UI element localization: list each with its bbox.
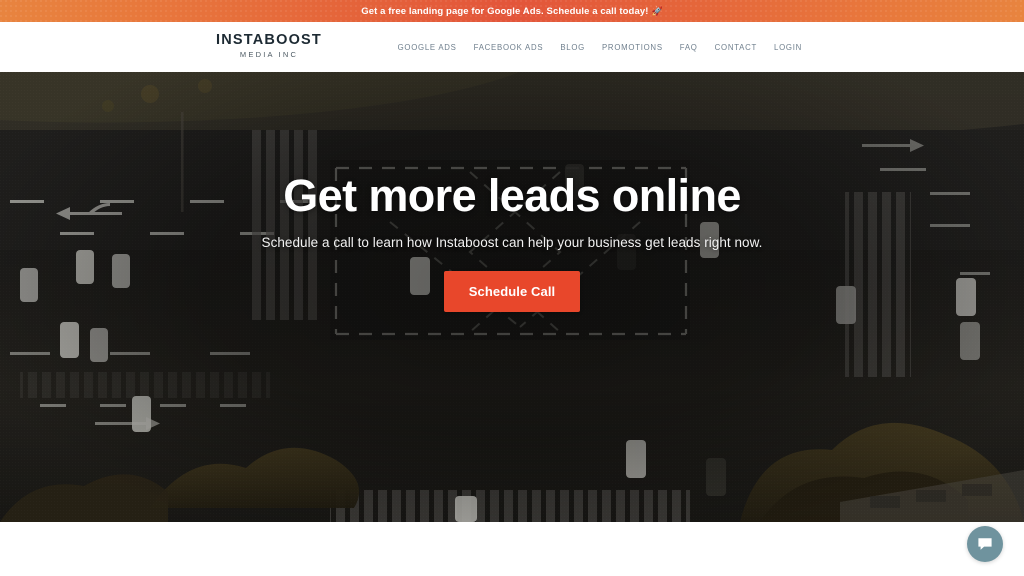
nav-link-faq[interactable]: FAQ — [680, 43, 698, 52]
chat-widget-button[interactable] — [967, 526, 1003, 562]
promo-banner-text: Get a free landing page for Google Ads. … — [361, 5, 649, 17]
nav-link-login[interactable]: LOGIN — [774, 43, 802, 52]
chat-bubble-icon — [977, 537, 993, 552]
nav-link-blog[interactable]: BLOG — [560, 43, 585, 52]
nav-link-promotions[interactable]: PROMOTIONS — [602, 43, 663, 52]
landing-page: Get a free landing page for Google Ads. … — [0, 0, 1024, 576]
brand-name: INSTABOOST — [216, 32, 322, 48]
rocket-emoji: 🚀 — [651, 5, 663, 16]
schedule-call-button[interactable]: Schedule Call — [443, 271, 581, 313]
hero-title: Get more leads online — [283, 170, 741, 221]
promo-banner[interactable]: Get a free landing page for Google Ads. … — [0, 0, 1024, 22]
hero-subtitle: Schedule a call to learn how Instaboost … — [261, 235, 763, 251]
brand-logo[interactable]: INSTABOOST MEDIA INC — [216, 33, 322, 59]
hero-section: Get more leads online Schedule a call to… — [0, 72, 1024, 522]
nav-link-facebook-ads[interactable]: FACEBOOK ADS — [474, 43, 544, 52]
site-header: INSTABOOST MEDIA INC GOOGLE ADS FACEBOOK… — [0, 22, 1024, 72]
below-fold-section — [0, 522, 1024, 576]
main-navigation: GOOGLE ADS FACEBOOK ADS BLOG PROMOTIONS … — [398, 22, 802, 72]
nav-link-contact[interactable]: CONTACT — [715, 43, 757, 52]
hero-content: Get more leads online Schedule a call to… — [0, 72, 1024, 522]
nav-link-google-ads[interactable]: GOOGLE ADS — [398, 43, 457, 52]
brand-tagline: MEDIA INC — [239, 50, 299, 59]
